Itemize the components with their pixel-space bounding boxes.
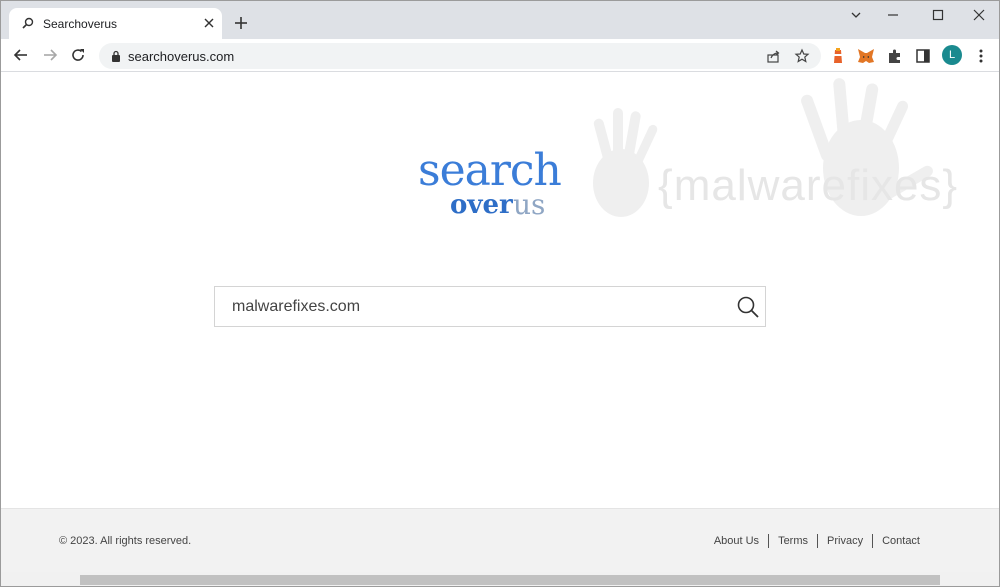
page-content: {malwarefixes} search over us malwarefix… — [1, 73, 999, 508]
logo-us-word: us — [513, 188, 546, 221]
search-input[interactable]: malwarefixes.com — [214, 286, 766, 327]
footer-divider — [817, 534, 819, 548]
extension-lighthouse-icon[interactable] — [829, 47, 847, 65]
browser-toolbar: searchoverus.com L — [1, 39, 999, 72]
footer-link-privacy[interactable]: Privacy — [827, 535, 863, 547]
lock-icon[interactable] — [111, 50, 121, 62]
extensions-puzzle-icon[interactable] — [886, 47, 904, 65]
tab-searchoverus[interactable]: Searchoverus — [9, 8, 222, 39]
back-icon[interactable] — [13, 47, 29, 63]
maximize-icon[interactable] — [928, 7, 948, 23]
copyright-text: © 2023. All rights reserved. — [59, 535, 192, 547]
page-footer: © 2023. All rights reserved. About Us Te… — [1, 508, 999, 572]
footer-link-contact[interactable]: Contact — [882, 535, 920, 547]
scrollbar-thumb[interactable] — [80, 575, 940, 585]
reload-icon[interactable] — [70, 47, 86, 63]
share-icon[interactable] — [765, 48, 781, 64]
new-tab-icon[interactable] — [233, 15, 249, 31]
side-panel-icon[interactable] — [914, 47, 932, 65]
extension-metamask-icon[interactable] — [857, 47, 875, 65]
footer-link-terms[interactable]: Terms — [778, 535, 808, 547]
search-icon — [22, 17, 34, 29]
address-bar[interactable]: searchoverus.com — [99, 43, 821, 69]
tab-strip: Searchoverus — [1, 1, 999, 39]
browser-window: Searchoverus searchoverus.com L {malware… — [0, 0, 1000, 587]
logo-over-word: over — [450, 190, 513, 220]
url-text[interactable]: searchoverus.com — [128, 49, 234, 64]
star-icon[interactable] — [794, 48, 810, 64]
menu-dots-icon[interactable] — [972, 47, 990, 65]
watermark-text: {malwarefixes} — [658, 161, 959, 210]
close-icon[interactable] — [202, 16, 216, 30]
close-window-icon[interactable] — [969, 7, 989, 23]
avatar[interactable]: L — [942, 45, 962, 65]
horizontal-scrollbar[interactable] — [1, 572, 999, 586]
footer-links: About Us Terms Privacy Contact — [714, 534, 920, 548]
minimize-icon[interactable] — [883, 7, 903, 23]
search-icon[interactable] — [736, 295, 760, 319]
chevron-down-icon[interactable] — [846, 7, 866, 23]
search-input-value[interactable]: malwarefixes.com — [232, 298, 360, 316]
tab-title: Searchoverus — [43, 17, 118, 31]
footer-link-about[interactable]: About Us — [714, 535, 759, 547]
footer-divider — [872, 534, 874, 548]
forward-icon[interactable] — [42, 47, 58, 63]
footer-divider — [768, 534, 770, 548]
